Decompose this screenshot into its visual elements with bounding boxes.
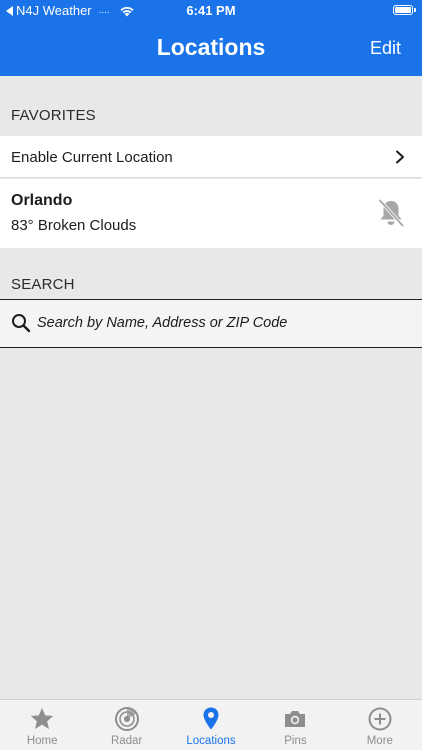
location-pin-icon [203,707,219,730]
status-time: 6:41 PM [186,3,236,18]
star-icon [31,708,54,729]
favorite-location-row[interactable]: Orlando 83° Broken Clouds [0,179,422,248]
tab-more-label: More [366,735,393,747]
search-header: SEARCH [11,276,75,293]
search-icon [12,314,31,333]
edit-button[interactable]: Edit [370,38,401,59]
tab-bar: Home Radar Locations Pins More [0,699,422,750]
status-bar: N4J Weather .... 6:41 PM [0,0,422,22]
camera-icon [285,711,306,727]
location-name: Orlando [11,192,73,209]
radar-icon [114,707,139,731]
favorites-header: FAVORITES [11,107,96,124]
tab-locations[interactable]: Locations [169,700,253,750]
location-conditions: 83° Broken Clouds [11,217,137,234]
tab-radar[interactable]: Radar [84,700,168,750]
page-title: Locations [156,34,266,60]
chevron-right-icon [396,150,404,164]
tab-home[interactable]: Home [0,700,84,750]
enable-current-location-label: Enable Current Location [11,149,173,166]
plus-circle-icon [368,707,392,731]
search-bar[interactable] [0,299,422,348]
enable-current-location-row[interactable]: Enable Current Location [0,136,422,178]
header: N4J Weather .... 6:41 PM Locations Edit [0,0,422,76]
search-input[interactable] [37,310,407,336]
battery-icon [393,5,416,15]
tab-locations-label: Locations [186,735,236,747]
tab-pins-label: Pins [284,735,307,747]
tab-more[interactable]: More [338,700,422,750]
tab-home-label: Home [26,735,58,747]
battery-fill [395,7,411,13]
bell-off-icon[interactable] [377,198,405,228]
tab-radar-label: Radar [110,735,143,747]
tab-pins[interactable]: Pins [253,700,337,750]
